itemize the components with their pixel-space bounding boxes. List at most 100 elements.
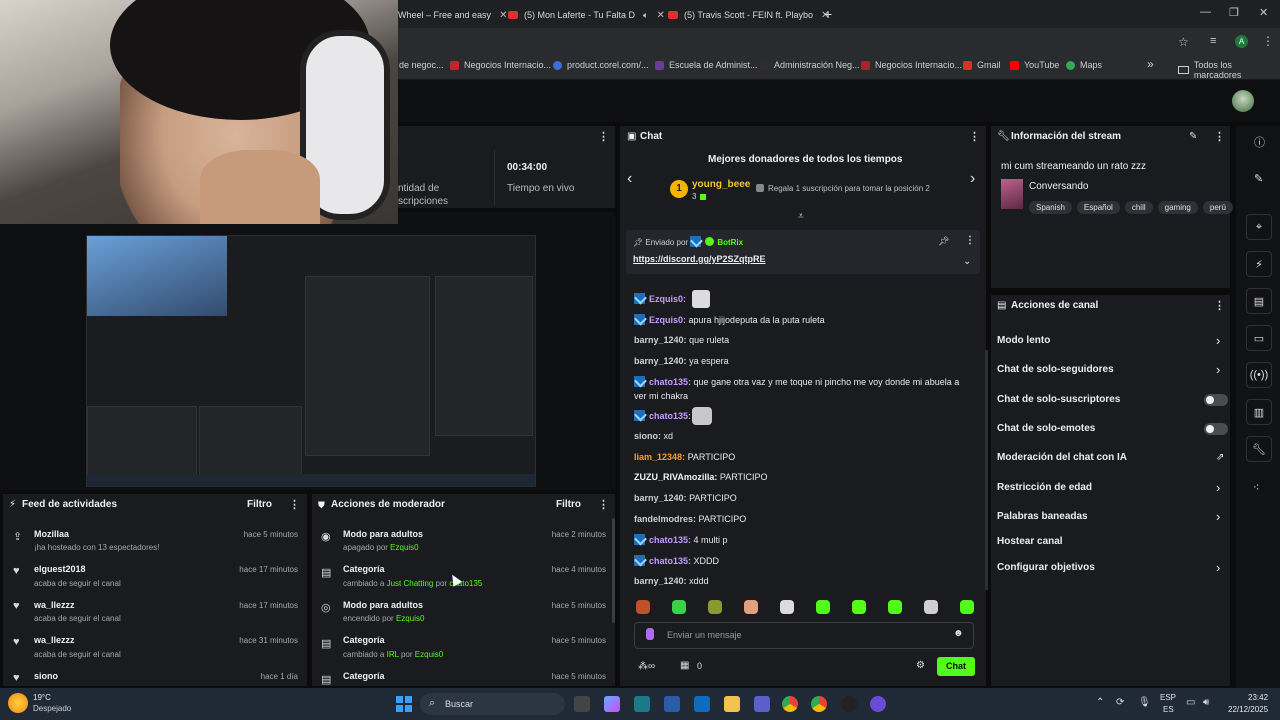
channel-action-item[interactable]: Restricción de edad: [997, 482, 1092, 493]
emote-icon[interactable]: [708, 600, 722, 614]
chevron-right-icon[interactable]: ›: [1216, 362, 1220, 377]
tag[interactable]: Spanish: [1029, 201, 1072, 214]
pinned-menu-icon[interactable]: ⋮: [965, 235, 975, 246]
activity-filter-button[interactable]: Filtro: [247, 499, 272, 510]
mic-icon[interactable]: [646, 628, 654, 640]
bolt-icon[interactable]: ⚡︎: [1246, 251, 1272, 277]
emote-icon[interactable]: [960, 600, 974, 614]
channel-action-item[interactable]: Chat de solo-seguidores: [997, 364, 1114, 375]
speaker-icon[interactable]: 🔈︎: [643, 10, 648, 21]
mod-user[interactable]: Ezquis0: [415, 650, 443, 659]
external-link-icon[interactable]: ⇗: [1216, 452, 1224, 463]
category-thumbnail[interactable]: [1001, 179, 1023, 209]
emote-icon[interactable]: [816, 600, 830, 614]
taskbar-search[interactable]: [420, 693, 565, 715]
stream-info-menu-icon[interactable]: ⋮: [1214, 130, 1225, 143]
bookmark-youtube[interactable]: YouTube: [1010, 60, 1059, 70]
bookmark-item[interactable]: Negocios Internacio...: [861, 60, 962, 70]
channel-action-item[interactable]: Hostear canal: [997, 536, 1063, 547]
tag[interactable]: perú: [1202, 201, 1233, 214]
tray-expand-icon[interactable]: ⌃: [1096, 697, 1104, 708]
chrome-icon[interactable]: [782, 696, 798, 712]
chat-username[interactable]: barny_1240:: [634, 576, 687, 586]
weather-text[interactable]: Despejado: [33, 704, 71, 713]
channel-action-item[interactable]: Configurar objetivos: [997, 562, 1095, 573]
emoji-icon[interactable]: ☻: [953, 628, 964, 639]
media-control-icon[interactable]: ≡: [1210, 35, 1216, 47]
chat-username[interactable]: chato135:: [649, 377, 691, 387]
bookmark-gmail[interactable]: Gmail: [963, 60, 1001, 70]
donor-name[interactable]: young_beee: [692, 179, 750, 190]
volume-icon[interactable]: 🔊︎: [1203, 697, 1209, 708]
chevron-right-icon[interactable]: ›: [970, 170, 975, 188]
discord-icon[interactable]: [870, 696, 886, 712]
activity-menu-icon[interactable]: ⋮: [289, 498, 300, 511]
chat-username[interactable]: fandelmodres:: [634, 514, 696, 524]
user-avatar[interactable]: [1232, 90, 1254, 112]
stats-menu-icon[interactable]: ⋮: [598, 130, 609, 143]
new-tab-button[interactable]: +: [824, 6, 832, 22]
chat-bubble-icon[interactable]: ▭: [1246, 325, 1272, 351]
toggle-switch[interactable]: [1204, 394, 1228, 406]
emote-icon[interactable]: [780, 600, 794, 614]
scrollbar[interactable]: [985, 350, 988, 590]
clock-date[interactable]: 22/12/2025: [1228, 705, 1268, 714]
channel-action-item[interactable]: Palabras baneadas: [997, 511, 1088, 522]
bookmark-item[interactable]: Escuela de Administ...: [655, 60, 758, 70]
mod-menu-icon[interactable]: ⋮: [598, 498, 609, 511]
outlook-icon[interactable]: [694, 696, 710, 712]
close-icon[interactable]: ✕: [656, 10, 664, 21]
emote-icon[interactable]: [672, 600, 686, 614]
emote-icon[interactable]: [636, 600, 650, 614]
chevron-right-icon[interactable]: ›: [1216, 509, 1220, 524]
channel-action-item[interactable]: Modo lento: [997, 335, 1050, 346]
apps-icon[interactable]: ⁖: [1253, 481, 1259, 494]
document-icon[interactable]: ▤: [1246, 288, 1272, 314]
menu-icon[interactable]: ⋮: [1262, 34, 1274, 48]
lang-secondary[interactable]: ES: [1163, 705, 1174, 714]
category-value[interactable]: IRL: [387, 650, 399, 659]
mod-user[interactable]: Ezquis0: [396, 614, 424, 623]
store-icon[interactable]: [664, 696, 680, 712]
category-value[interactable]: Just Chatting: [387, 579, 434, 588]
emote-icon[interactable]: [924, 600, 938, 614]
chat-username[interactable]: chato135:: [649, 411, 691, 421]
bookmark-item[interactable]: Negocios Internacio...: [450, 60, 551, 70]
clock-time[interactable]: 23:42: [1248, 693, 1268, 702]
restore-button[interactable]: ❐: [1229, 6, 1239, 19]
teams-icon[interactable]: [754, 696, 770, 712]
layout-icon[interactable]: ▥: [1246, 399, 1272, 425]
close-window-button[interactable]: ✕: [1259, 6, 1268, 19]
edit-icon[interactable]: ✎: [1189, 131, 1197, 142]
network-icon[interactable]: ▭: [1186, 697, 1195, 708]
pencil-icon[interactable]: ✎: [1254, 172, 1263, 185]
star-icon[interactable]: ☆: [1178, 35, 1189, 49]
chat-username[interactable]: chato135:: [649, 556, 691, 566]
tag[interactable]: Español: [1076, 201, 1120, 214]
copilot-icon[interactable]: [604, 696, 620, 712]
weather-icon[interactable]: [8, 693, 28, 713]
close-icon[interactable]: ✕: [499, 10, 507, 21]
chat-menu-icon[interactable]: ⋮: [969, 130, 980, 143]
clip-icon[interactable]: ⌖: [1246, 214, 1272, 240]
tab-wheel[interactable]: Wheel – Free and easy ✕: [398, 4, 507, 26]
emote-icon[interactable]: [744, 600, 758, 614]
chevron-right-icon[interactable]: ›: [1216, 560, 1220, 575]
settings-icon[interactable]: ⚙︎: [916, 660, 925, 671]
chat-username[interactable]: Ezquis0:: [649, 294, 686, 304]
task-view-icon[interactable]: [574, 696, 590, 712]
sync-icon[interactable]: ⟳: [1116, 697, 1124, 708]
channel-action-item[interactable]: Chat de solo-suscriptores: [997, 394, 1120, 405]
chat-username[interactable]: siono:: [634, 431, 661, 441]
bookmark-item[interactable]: de negoc...: [399, 60, 444, 70]
lang-primary[interactable]: ESP: [1160, 693, 1176, 702]
search-label[interactable]: Buscar: [445, 699, 473, 709]
mod-user[interactable]: Ezquis0: [390, 543, 418, 552]
channel-action-item[interactable]: Moderación del chat con IA: [997, 452, 1127, 463]
obs-icon[interactable]: [841, 696, 857, 712]
bookmarks-more-button[interactable]: »: [1147, 57, 1154, 71]
chevron-left-icon[interactable]: ‹: [627, 170, 632, 188]
category-name[interactable]: Conversando: [1029, 181, 1088, 192]
mod-filter-button[interactable]: Filtro: [556, 499, 581, 510]
channel-actions-menu-icon[interactable]: ⋮: [1214, 299, 1225, 312]
